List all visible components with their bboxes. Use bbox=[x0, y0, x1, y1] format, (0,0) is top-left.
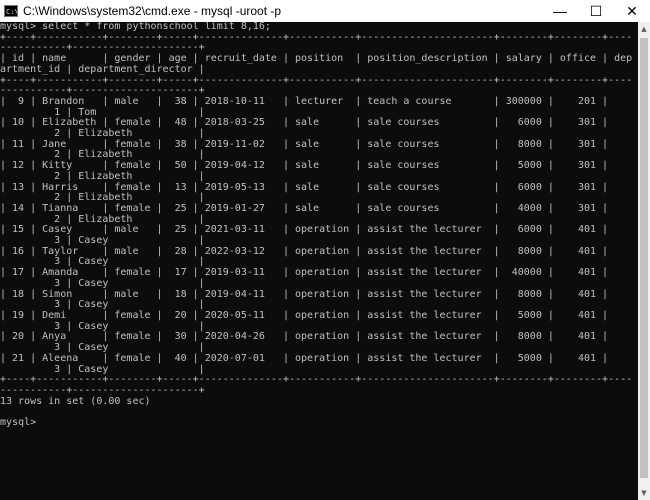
console-output: mysql> select * from pythonschool limit … bbox=[0, 22, 633, 429]
maximize-button[interactable]: ☐ bbox=[578, 0, 614, 22]
title-bar: C:\ C:\Windows\system32\cmd.exe - mysql … bbox=[0, 0, 650, 22]
window-title: C:\Windows\system32\cmd.exe - mysql -uro… bbox=[23, 4, 282, 18]
scroll-thumb[interactable] bbox=[640, 38, 648, 478]
scroll-up-icon[interactable]: ▲ bbox=[638, 23, 650, 35]
scroll-down-icon[interactable]: ▼ bbox=[638, 487, 650, 499]
close-button[interactable]: ✕ bbox=[614, 0, 650, 22]
minimize-button[interactable]: — bbox=[542, 0, 578, 22]
vertical-scrollbar[interactable]: ▲ ▼ bbox=[638, 22, 650, 500]
cmd-icon: C:\ bbox=[4, 5, 18, 17]
console-area[interactable]: mysql> select * from pythonschool limit … bbox=[0, 22, 638, 500]
